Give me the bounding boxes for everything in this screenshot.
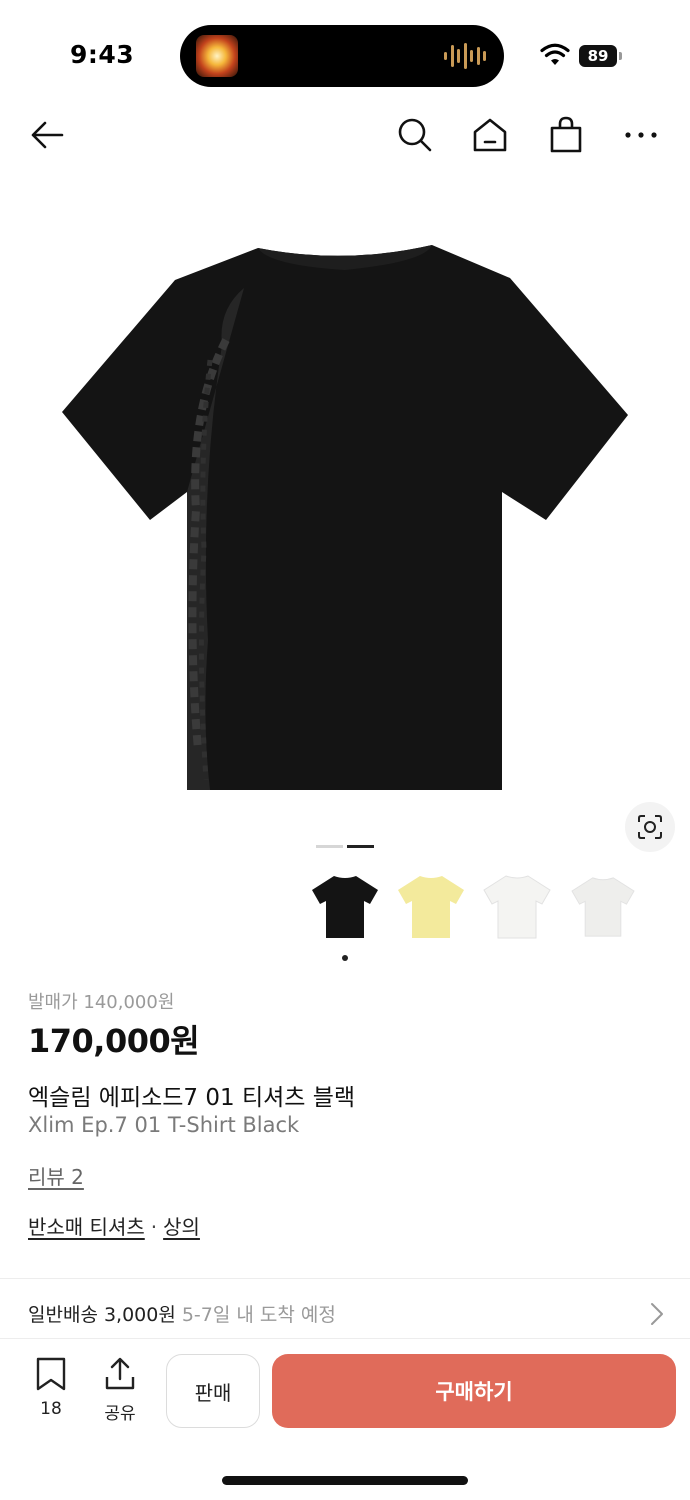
chevron-right-icon (651, 1303, 663, 1325)
share-button[interactable]: 공유 (95, 1357, 145, 1424)
cart-button[interactable] (543, 112, 589, 158)
arrow-left-icon (31, 121, 64, 149)
search-button[interactable] (392, 112, 438, 158)
battery-tip (619, 52, 622, 60)
shipping-fee: 일반배송 3,000원 (28, 1304, 176, 1326)
color-thumb-white[interactable] (481, 866, 553, 948)
dynamic-island (180, 25, 504, 87)
share-icon (105, 1357, 135, 1390)
tshirt-shape (312, 876, 378, 938)
more-button[interactable] (618, 112, 664, 158)
selected-thumb-dot (342, 955, 348, 961)
category-link-top[interactable]: 상의 (163, 1215, 200, 1239)
color-thumb-offwhite[interactable] (567, 866, 639, 948)
tshirt-shape (398, 876, 464, 938)
tshirt-thumb-image (571, 877, 635, 937)
status-bar: 9:43 89 (0, 0, 690, 100)
page-indicator-bar (316, 845, 343, 848)
category-breadcrumb: 반소매 티셔츠 · 상의 (28, 1211, 200, 1240)
tshirt-thumb-image (483, 875, 551, 939)
status-time: 9:43 (70, 40, 135, 69)
shipping-info-row[interactable]: 일반배송 3,000원 5-7일 내 도착 예정 (0, 1280, 690, 1338)
color-thumb-yellow[interactable] (395, 866, 467, 948)
shopping-bag-icon (550, 116, 582, 153)
section-divider (0, 1278, 690, 1279)
tshirt-thumb-image (398, 876, 464, 938)
release-price: 발매가 140,000원 (28, 992, 175, 1013)
tshirt-thumb-image (312, 876, 378, 938)
audio-waveform-icon (444, 43, 486, 69)
tshirt-shape (571, 877, 635, 937)
bookmark-count: 18 (40, 1399, 62, 1419)
shipping-eta: 5-7일 내 도착 예정 (181, 1304, 336, 1326)
share-label: 공유 (104, 1404, 136, 1424)
product-name-english: Xlim Ep.7 01 T-Shirt Black (28, 1113, 300, 1137)
bookmark-button[interactable]: 18 (26, 1357, 76, 1419)
page-indicator-bar-active (347, 845, 374, 848)
camera-scan-icon (638, 815, 662, 839)
category-separator: · (150, 1215, 158, 1239)
sell-button[interactable]: 판매 (166, 1354, 260, 1428)
shipping-text: 일반배송 3,000원 5-7일 내 도착 예정 (28, 1300, 336, 1327)
battery-indicator: 89 (579, 45, 617, 67)
buy-button[interactable]: 구매하기 (272, 1354, 676, 1428)
bookmark-icon (36, 1357, 66, 1391)
wifi-icon (540, 43, 570, 65)
search-icon (398, 118, 432, 152)
now-playing-artwork (196, 35, 238, 77)
image-search-button[interactable] (625, 802, 675, 852)
review-link[interactable]: 리뷰 2 (28, 1161, 84, 1190)
more-dots-icon (625, 132, 657, 138)
product-name-korean: 엑슬림 에피소드7 01 티셔츠 블랙 (28, 1085, 356, 1111)
product-image[interactable] (0, 190, 690, 830)
home-button[interactable] (467, 112, 513, 158)
home-icon (473, 118, 507, 152)
category-link-short-sleeve-tshirt[interactable]: 반소매 티셔츠 (28, 1215, 145, 1239)
product-price: 170,000원 (28, 1022, 200, 1060)
color-thumb-black[interactable] (309, 866, 381, 948)
image-page-indicator (316, 845, 374, 848)
tshirt-shape (483, 875, 551, 939)
home-indicator[interactable] (222, 1476, 468, 1485)
back-button[interactable] (24, 112, 70, 158)
